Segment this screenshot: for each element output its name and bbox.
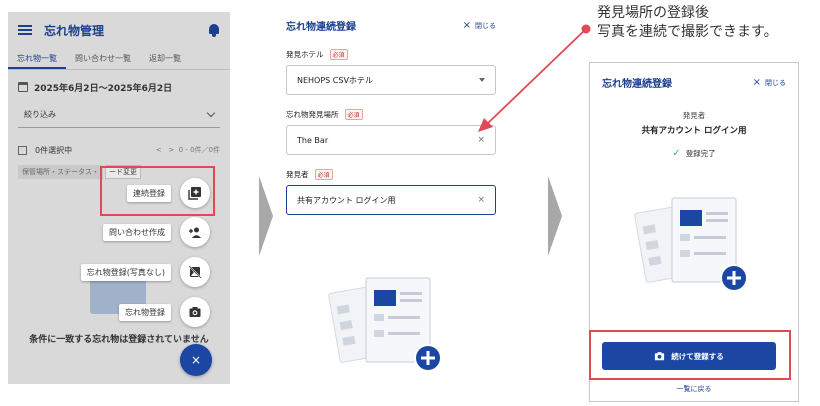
registration-complete: ✓ 登録完了 bbox=[590, 148, 798, 159]
done-text: 登録完了 bbox=[685, 149, 716, 158]
close-label: 閉じる bbox=[765, 78, 786, 87]
highlight-continue-register bbox=[589, 330, 791, 380]
finder-name: 共有アカウント ログイン用 bbox=[641, 126, 747, 136]
back-to-list-link[interactable]: 一覧に戻る bbox=[590, 384, 798, 394]
dialog-title: 忘れ物連続登録 bbox=[602, 79, 672, 90]
check-icon: ✓ bbox=[672, 148, 681, 159]
dialog-header: 忘れ物連続登録 × 閉じる bbox=[590, 63, 798, 90]
close-button[interactable]: × 閉じる bbox=[753, 77, 786, 88]
documents-illustration bbox=[634, 197, 748, 292]
finder-label: 発見者 bbox=[682, 111, 706, 120]
close-icon: × bbox=[752, 77, 761, 88]
